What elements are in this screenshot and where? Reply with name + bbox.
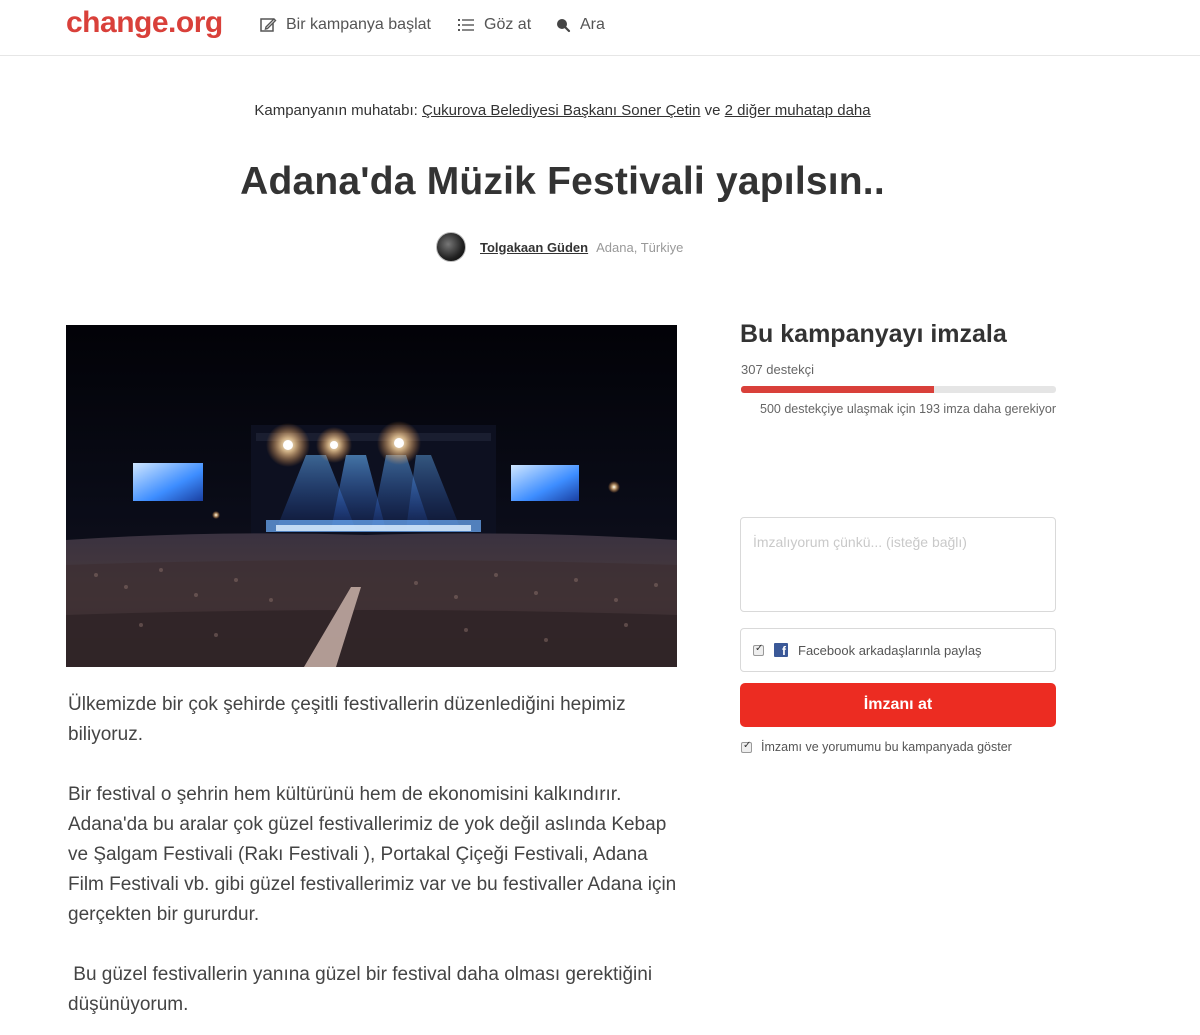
story-paragraph-2: Bir festival o şehrin hem kültürünü hem …: [68, 784, 677, 925]
petition-image-concert: [66, 325, 677, 667]
nav-search-label: Ara: [580, 16, 605, 33]
facebook-share-checkbox[interactable]: [753, 643, 764, 656]
concert-illustration: [66, 325, 677, 667]
nav-start-campaign[interactable]: Bir kampanya başlat: [259, 16, 431, 34]
other-decision-makers-link[interactable]: 2 diğer muhatap daha: [725, 102, 871, 119]
change-org-logo[interactable]: change.org: [66, 6, 223, 40]
author-name-link[interactable]: Tolgakaan Güden: [480, 240, 588, 255]
nav-start-campaign-label: Bir kampanya başlat: [286, 16, 431, 33]
petition-author: Tolgakaan Güden Adana, Türkiye: [436, 232, 683, 262]
decision-maker-link[interactable]: Çukurova Belediyesi Başkanı Soner Çetin: [422, 102, 700, 119]
display-signature-checkbox[interactable]: [741, 740, 752, 753]
nav-browse-label: Göz at: [484, 16, 532, 33]
author-avatar[interactable]: [436, 232, 466, 262]
signature-goal-text: 500 destekçiye ulaşmak için 193 imza dah…: [760, 402, 1056, 416]
nav-browse[interactable]: Göz at: [457, 16, 531, 34]
nav-search[interactable]: Ara: [555, 16, 605, 34]
facebook-share-option[interactable]: f Facebook arkadaşlarınla paylaş: [740, 628, 1056, 672]
petition-story: Ülkemizde bir çok şehirde çeşitli festiv…: [68, 690, 688, 1035]
sign-panel-title: Bu kampanyayı imzala: [740, 320, 1007, 348]
top-navigation-bar: change.org Bir kampanya başlat Göz at Ar…: [0, 0, 1200, 56]
search-icon: [557, 19, 571, 33]
display-signature-label: İmzamı ve yorumumu bu kampanyada göster: [761, 740, 1012, 754]
story-paragraph-1: Ülkemizde bir çok şehirde çeşitli festiv…: [68, 694, 626, 745]
display-signature-option[interactable]: İmzamı ve yorumumu bu kampanyada göster: [741, 740, 1012, 754]
story-paragraph-3: Bu güzel festivallerin yanına güzel bir …: [68, 964, 658, 1015]
list-icon: [458, 19, 474, 31]
decision-makers-line: Kampanyanın muhatabı: Çukurova Belediyes…: [0, 102, 1125, 119]
author-location: Adana, Türkiye: [596, 239, 684, 255]
decision-makers-conjunction: ve: [704, 102, 721, 119]
facebook-icon: f: [774, 643, 788, 657]
edit-icon: [260, 18, 277, 32]
reason-textarea[interactable]: [740, 517, 1056, 612]
petition-title: Adana'da Müzik Festivali yapılsın..: [240, 160, 885, 203]
signature-progress-bar: [741, 386, 1056, 393]
facebook-share-label: Facebook arkadaşlarınla paylaş: [798, 642, 982, 658]
decision-makers-prefix: Kampanyanın muhatabı:: [254, 102, 418, 119]
supporter-count: 307 destekçi: [741, 362, 814, 377]
signature-progress-fill: [741, 386, 935, 393]
sign-button[interactable]: İmzanı at: [740, 683, 1056, 727]
